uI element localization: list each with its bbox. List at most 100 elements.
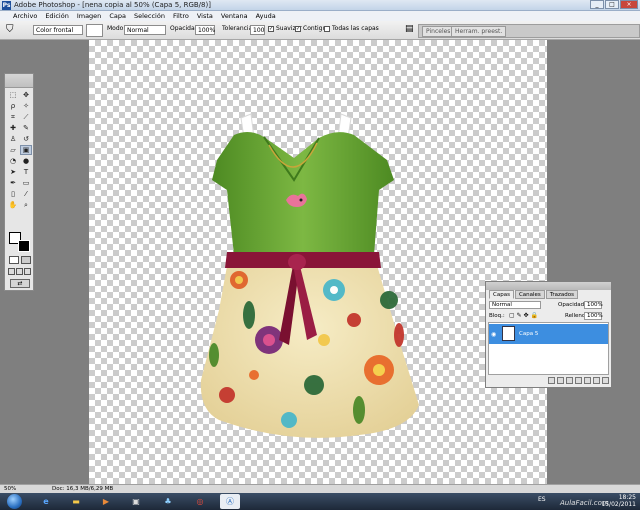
imageready-button[interactable]: ⇄: [10, 279, 30, 288]
status-bar: 50% Doc: 16,3 MB/6,29 MB: [0, 484, 640, 493]
link-layers-icon[interactable]: [548, 377, 555, 384]
tab-trazados[interactable]: Trazados: [545, 290, 578, 299]
tab-herramientas-preestablecidas[interactable]: Herram. preest.: [451, 26, 507, 37]
marquee-tool-icon[interactable]: ⬚: [7, 90, 19, 100]
messenger-icon[interactable]: ♣: [158, 494, 178, 509]
layer-thumbnail: [502, 326, 515, 341]
menu-filtro[interactable]: Filtro: [169, 11, 193, 21]
blend-mode-select[interactable]: Normal: [489, 301, 541, 309]
window-title: Adobe Photoshop - [nena copia al 50% (Ca…: [14, 1, 211, 9]
screen-mode-standard-button[interactable]: [8, 268, 15, 275]
clock-time: 18:25: [618, 494, 636, 501]
zoom-level[interactable]: 50%: [4, 486, 16, 492]
close-button[interactable]: ×: [620, 0, 638, 9]
layers-panel-header[interactable]: [486, 282, 611, 290]
toolbox: ⬚ ✥ ρ ✧ ⌗ ⟋ ✚ ✎ ♙ ↺ ▱ ▣ ◔ ● ➤ T ✒ ▭ ▯ ⁄ …: [4, 73, 34, 291]
layer-row-capa-5[interactable]: ◉ Capa 5: [489, 324, 608, 344]
tab-capas[interactable]: Capas: [489, 290, 514, 299]
checkmark-icon: ✓: [295, 25, 301, 32]
menu-ayuda[interactable]: Ayuda: [252, 11, 280, 21]
tab-pinceles[interactable]: Pinceles: [422, 26, 455, 37]
empty-checkbox-icon: [324, 25, 330, 32]
pattern-picker[interactable]: [86, 24, 103, 37]
eyedropper-tool-icon[interactable]: ⁄: [20, 189, 32, 199]
brush-tool-icon[interactable]: ✎: [20, 123, 32, 133]
shape-tool-icon[interactable]: ▭: [20, 178, 32, 188]
move-tool-icon[interactable]: ✥: [20, 90, 32, 100]
notes-tool-icon[interactable]: ▯: [7, 189, 19, 199]
layers-panel: Capas Canales Trazados Normal Opacidad: …: [485, 281, 612, 388]
media-player-icon[interactable]: ▶: [96, 494, 116, 509]
new-group-icon[interactable]: [584, 377, 591, 384]
trash-icon[interactable]: [602, 377, 609, 384]
tolerance-field[interactable]: 100: [250, 25, 265, 35]
palette-well: Pinceles Herram. preest.: [418, 24, 640, 38]
menu-imagen[interactable]: Imagen: [73, 11, 105, 21]
app-icon[interactable]: Ⓐ: [220, 494, 240, 509]
layer-style-icon[interactable]: [557, 377, 564, 384]
menu-archivo[interactable]: Archivo: [3, 11, 41, 21]
lock-icons[interactable]: ▢ ✎ ✥ 🔒: [509, 312, 538, 319]
adjustment-layer-icon[interactable]: [575, 377, 582, 384]
layer-list: ◉ Capa 5: [488, 322, 609, 375]
blur-tool-icon[interactable]: ◔: [7, 156, 19, 166]
healing-brush-icon[interactable]: ✚: [7, 123, 19, 133]
minimize-button[interactable]: _: [590, 0, 604, 9]
crop-tool-icon[interactable]: ⌗: [7, 112, 19, 122]
menu-ventana[interactable]: Ventana: [217, 11, 252, 21]
fill-source-select[interactable]: Color frontal: [33, 25, 83, 35]
layer-opacity-field[interactable]: 100%: [584, 301, 603, 309]
file-browser-icon[interactable]: ▤: [405, 24, 414, 34]
title-bar: Ps Adobe Photoshop - [nena copia al 50% …: [0, 0, 640, 11]
photoshop-app-icon: Ps: [2, 1, 11, 10]
all-layers-checkbox[interactable]: Todas las capas: [324, 25, 379, 32]
chrome-icon[interactable]: ◎: [190, 494, 210, 509]
internet-explorer-icon[interactable]: e: [36, 494, 56, 509]
fill-field[interactable]: 100%: [584, 312, 603, 320]
all-layers-label: Todas las capas: [332, 25, 379, 32]
layer-mask-icon[interactable]: [566, 377, 573, 384]
layer-opacity-label: Opacidad:: [558, 302, 586, 308]
paint-bucket-tool-icon[interactable]: ▣: [20, 145, 32, 155]
dodge-tool-icon[interactable]: ●: [20, 156, 32, 166]
new-layer-icon[interactable]: [593, 377, 600, 384]
menu-capa[interactable]: Capa: [105, 11, 130, 21]
screen-mode-full-menu-button[interactable]: [24, 268, 31, 275]
opacity-field[interactable]: 100%: [195, 25, 215, 35]
paint-bucket-icon[interactable]: ⛉: [6, 24, 14, 35]
history-brush-icon[interactable]: ↺: [20, 134, 32, 144]
photoshop-taskbar-icon[interactable]: ▣: [126, 494, 146, 509]
mode-select[interactable]: Normal: [124, 25, 166, 35]
background-color-swatch[interactable]: [18, 240, 30, 252]
doc-size: Doc: 16,3 MB/6,29 MB: [52, 486, 114, 492]
hand-tool-icon[interactable]: ✋: [7, 200, 19, 210]
layer-name: Capa 5: [519, 331, 539, 337]
language-indicator[interactable]: ES: [538, 496, 546, 503]
eraser-tool-icon[interactable]: ▱: [7, 145, 19, 155]
clone-stamp-icon[interactable]: ♙: [7, 134, 19, 144]
eye-icon[interactable]: ◉: [491, 331, 496, 338]
toolbox-header[interactable]: [5, 74, 33, 88]
zoom-tool-icon[interactable]: ⌕: [20, 200, 32, 210]
menu-vista[interactable]: Vista: [193, 11, 217, 21]
magic-wand-tool-icon[interactable]: ✧: [20, 101, 32, 111]
quick-mask-button[interactable]: [21, 256, 31, 264]
tab-canales[interactable]: Canales: [514, 290, 545, 299]
slice-tool-icon[interactable]: ⟋: [20, 112, 32, 122]
pen-tool-icon[interactable]: ✒: [7, 178, 19, 188]
explorer-folder-icon[interactable]: ▬: [66, 494, 86, 509]
document-canvas[interactable]: [89, 40, 547, 484]
checkmark-icon: ✓: [268, 25, 274, 32]
start-button[interactable]: [7, 494, 22, 509]
path-selection-icon[interactable]: ➤: [7, 167, 19, 177]
menu-edicion[interactable]: Edición: [41, 11, 73, 21]
menu-bar: Archivo Edición Imagen Capa Selección Fi…: [0, 11, 640, 21]
type-tool-icon[interactable]: T: [20, 167, 32, 177]
mode-label: Modo:: [107, 25, 126, 32]
dress-artwork: [200, 113, 419, 438]
maximize-button[interactable]: □: [605, 0, 619, 9]
standard-mode-button[interactable]: [9, 256, 19, 264]
menu-seleccion[interactable]: Selección: [130, 11, 169, 21]
screen-mode-full-button[interactable]: [16, 268, 23, 275]
lasso-tool-icon[interactable]: ρ: [7, 101, 19, 111]
